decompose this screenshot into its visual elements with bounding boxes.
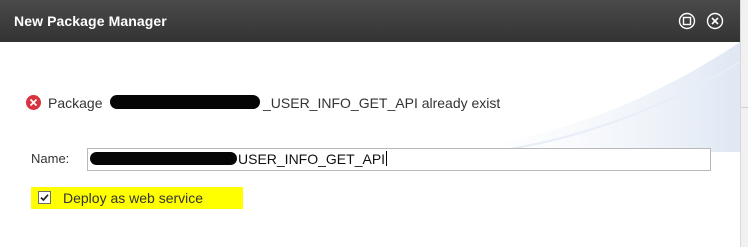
close-icon[interactable] bbox=[706, 12, 724, 30]
deploy-web-service-checkbox[interactable] bbox=[38, 191, 51, 204]
name-input-value: USER_INFO_GET_API bbox=[238, 151, 386, 167]
name-label: Name: bbox=[31, 151, 70, 166]
new-package-manager-dialog: New Package Manager Package _USER_INFO_G… bbox=[0, 0, 748, 247]
deploy-web-service-label[interactable]: Deploy as web service bbox=[63, 190, 203, 206]
text-cursor bbox=[386, 151, 388, 166]
error-message-suffix: _USER_INFO_GET_API already exist bbox=[263, 95, 501, 111]
redaction-bar bbox=[110, 95, 260, 109]
maximize-icon[interactable] bbox=[678, 12, 696, 30]
error-message-prefix: Package bbox=[48, 95, 103, 111]
redaction-bar bbox=[90, 152, 237, 165]
window-title: New Package Manager bbox=[14, 13, 167, 29]
window-edge bbox=[740, 0, 748, 247]
name-input[interactable]: USER_INFO_GET_API bbox=[87, 148, 711, 171]
error-icon bbox=[25, 94, 42, 111]
title-bar: New Package Manager bbox=[0, 0, 740, 42]
